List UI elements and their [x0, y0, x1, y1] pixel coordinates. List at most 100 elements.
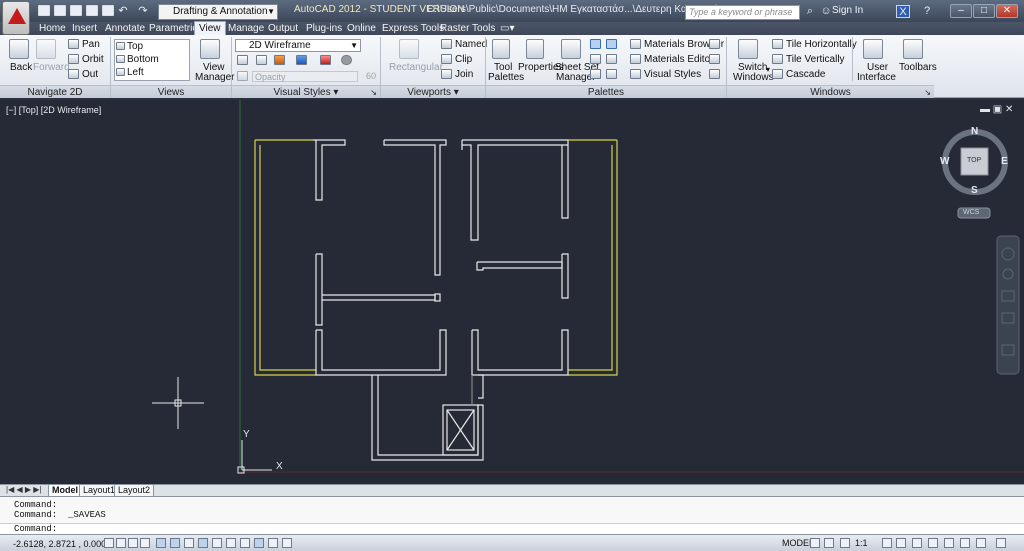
palette-toggle-icon[interactable]: [606, 39, 617, 49]
tile-vertically-icon[interactable]: [772, 54, 783, 64]
viewcube-north[interactable]: N: [971, 126, 978, 137]
lock-icon[interactable]: [928, 538, 938, 548]
layout-nav-arrows[interactable]: |◀ ◀ ▶ ▶|: [6, 485, 41, 494]
viewport-controls-label[interactable]: [−] [Top] [2D Wireframe]: [6, 105, 101, 115]
palette-toggle-icon[interactable]: [590, 69, 601, 79]
search-input[interactable]: Type a keyword or phrase: [685, 5, 800, 20]
visual-styles-manager-button[interactable]: Visual Styles: [644, 69, 701, 80]
tab-home[interactable]: Home: [39, 22, 66, 35]
tab-online[interactable]: Online: [347, 22, 376, 35]
workspace-switching-icon[interactable]: [912, 538, 922, 548]
user-interface-icon[interactable]: [863, 39, 883, 59]
dynamic-input-icon[interactable]: [226, 538, 236, 548]
rectangular-viewport-button[interactable]: Rectangular: [389, 62, 443, 73]
chevron-down-icon[interactable]: ▾: [766, 65, 770, 74]
wcs-label[interactable]: WCS: [963, 209, 979, 216]
panel-title-windows[interactable]: Windows ↘: [727, 85, 934, 98]
palette-toggle-icon[interactable]: [709, 69, 720, 79]
isolate-objects-icon[interactable]: [960, 538, 970, 548]
maximize-button[interactable]: □: [973, 4, 995, 18]
viewport-window-controls[interactable]: ▬ ▣ ✕: [980, 104, 1013, 115]
close-button[interactable]: ✕: [996, 4, 1018, 18]
annotation-scale-value[interactable]: 1:1: [855, 538, 868, 548]
back-icon[interactable]: [9, 39, 29, 59]
command-prompt[interactable]: Command:: [14, 524, 57, 534]
orbit-icon[interactable]: [68, 54, 79, 64]
visual-style-select[interactable]: 2D Wireframe ▼: [235, 39, 361, 52]
pan-button[interactable]: Pan: [82, 39, 100, 50]
shadows-icon[interactable]: [320, 55, 331, 65]
cascade-icon[interactable]: [772, 69, 783, 79]
quick-view-drawings-icon[interactable]: [824, 538, 834, 548]
clip-button[interactable]: Clip: [455, 54, 472, 65]
materials-editor-icon[interactable]: [630, 54, 641, 64]
3d-object-snap-icon[interactable]: [184, 538, 194, 548]
user-icon[interactable]: ☺: [819, 5, 833, 18]
new-icon[interactable]: [38, 5, 50, 16]
grid-display-icon[interactable]: [128, 538, 138, 548]
plot-icon[interactable]: [102, 5, 114, 16]
clean-screen-icon[interactable]: [976, 538, 986, 548]
tab-insert[interactable]: Insert: [72, 22, 97, 35]
switch-windows-icon[interactable]: [738, 39, 758, 59]
application-menu-button[interactable]: [2, 1, 30, 35]
join-icon[interactable]: [441, 69, 452, 79]
object-snap-icon[interactable]: [170, 538, 180, 548]
undo-icon[interactable]: ↶: [116, 5, 130, 18]
view-manager-label-2[interactable]: Manager: [195, 72, 234, 83]
annotation-visibility-icon[interactable]: [882, 538, 892, 548]
materials-browser-icon[interactable]: [630, 39, 641, 49]
properties-icon[interactable]: [526, 39, 544, 59]
tab-output[interactable]: Output: [268, 22, 298, 35]
cursor-coordinates[interactable]: -2.6128, 2.8721 , 0.0000: [13, 539, 111, 549]
palette-toggle-icon[interactable]: [606, 54, 617, 64]
pan-icon[interactable]: [68, 39, 79, 49]
lineweight-icon[interactable]: [240, 538, 250, 548]
tab-manage[interactable]: Manage: [228, 22, 264, 35]
viewcube-face-label[interactable]: TOP: [967, 157, 981, 164]
forward-button[interactable]: Forward: [33, 62, 70, 73]
sheet-set-icon[interactable]: [561, 39, 581, 59]
drawing-canvas[interactable]: [0, 100, 1024, 484]
zoom-out-button[interactable]: Out: [82, 69, 98, 80]
named-viewports-icon[interactable]: [441, 39, 452, 49]
named-viewports-button[interactable]: Named: [455, 39, 487, 50]
minimize-button[interactable]: –: [950, 4, 972, 18]
auto-scale-icon[interactable]: [896, 538, 906, 548]
save-as-icon[interactable]: [86, 5, 98, 16]
palette-toggle-icon[interactable]: [709, 54, 720, 64]
panel-title-visual-styles[interactable]: Visual Styles ▾ ↘: [232, 85, 380, 98]
transparency-icon[interactable]: [254, 538, 264, 548]
palette-toggle-icon[interactable]: [709, 39, 720, 49]
palette-toggle-icon[interactable]: [606, 69, 617, 79]
quick-view-layouts-icon[interactable]: [810, 538, 820, 548]
face-style-icon[interactable]: [256, 55, 267, 65]
tool-palettes-label-2[interactable]: Palettes: [488, 72, 524, 83]
clip-icon[interactable]: [441, 54, 452, 64]
view-item-left[interactable]: Left: [127, 67, 144, 78]
palette-toggle-icon[interactable]: [590, 54, 601, 64]
ortho-mode-icon[interactable]: [140, 538, 150, 548]
palette-toggle-icon[interactable]: [590, 39, 601, 49]
viewcube-east[interactable]: E: [1001, 156, 1008, 167]
cascade-button[interactable]: Cascade: [786, 69, 825, 80]
viewcube-south[interactable]: S: [971, 185, 978, 196]
toolbars-icon[interactable]: [903, 39, 923, 59]
command-line[interactable]: Command:: [0, 523, 1024, 534]
drawing-viewport[interactable]: N S E W TOP WCS Y X: [0, 100, 1024, 484]
join-button[interactable]: Join: [455, 69, 473, 80]
selection-cycling-icon[interactable]: [282, 538, 292, 548]
ribbon-toggle-icon[interactable]: ▭▾: [500, 22, 514, 35]
panel-title-views[interactable]: Views: [111, 85, 231, 98]
tab-annotate[interactable]: Annotate: [105, 22, 145, 35]
view-item-bottom[interactable]: Bottom: [127, 54, 159, 65]
redo-icon[interactable]: ↷: [136, 5, 150, 18]
panel-title-palettes[interactable]: Palettes: [486, 85, 726, 98]
object-snap-tracking-icon[interactable]: [198, 538, 208, 548]
dynamic-ucs-icon[interactable]: [212, 538, 222, 548]
visual-styles-icon[interactable]: [630, 69, 641, 79]
materials-icon[interactable]: [296, 55, 307, 65]
back-button[interactable]: Back: [10, 62, 32, 73]
view-item-top[interactable]: Top: [127, 41, 143, 52]
dialog-launcher-icon[interactable]: ↘: [370, 86, 377, 99]
